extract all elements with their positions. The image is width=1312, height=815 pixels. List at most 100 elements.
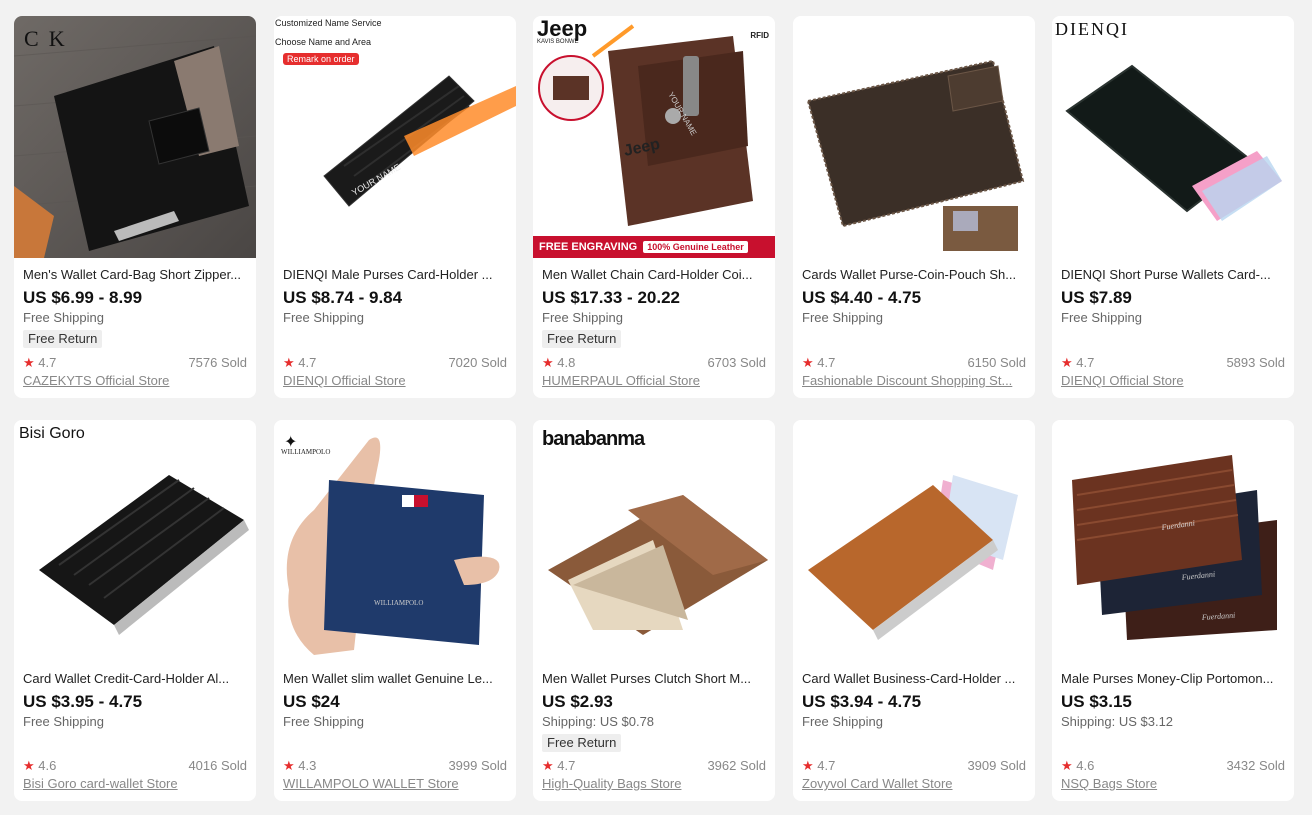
shipping-info: Free Shipping xyxy=(802,714,883,729)
product-title[interactable]: Men's Wallet Card-Bag Short Zipper... xyxy=(23,266,247,283)
brand-logo: DIENQI xyxy=(1055,19,1129,39)
rating-row: ★ 4.8 6703 Sold xyxy=(542,355,766,371)
sold-count: 7020 Sold xyxy=(448,355,507,370)
product-image[interactable]: YOUR NAME Customized Name Service Choose… xyxy=(274,16,516,258)
product-info: Men Wallet Chain Card-Holder Coi... US $… xyxy=(542,266,766,348)
product-image[interactable]: Jeep YOUR NAME Jeep KAVIS BONWE RFID FRE… xyxy=(533,16,775,258)
shipping-info: Shipping: US $3.12 xyxy=(1061,714,1174,729)
star-icon: ★ xyxy=(1061,355,1073,370)
product-card[interactable]: WILLIAMPOLO ✦ WILLIAMPOLO Men Wallet sli… xyxy=(274,420,516,801)
product-title[interactable]: Men Wallet slim wallet Genuine Le... xyxy=(283,670,507,687)
product-image[interactable]: C K xyxy=(14,16,256,258)
product-info: Men Wallet slim wallet Genuine Le... US … xyxy=(283,670,507,731)
rating-row: ★ 4.7 3909 Sold xyxy=(802,758,1026,774)
rating-value: 4.8 xyxy=(557,355,576,370)
rfid-label: RFID xyxy=(750,31,769,40)
shipping-info: Free Shipping xyxy=(542,310,623,325)
product-title[interactable]: Card Wallet Business-Card-Holder ... xyxy=(802,670,1026,687)
product-title[interactable]: Cards Wallet Purse-Coin-Pouch Sh... xyxy=(802,266,1026,283)
rating-value: 4.7 xyxy=(298,355,317,370)
star-icon: ★ xyxy=(542,758,554,773)
engraving-banner: FREE ENGRAVING 100% Genuine Leather xyxy=(533,236,775,258)
product-image[interactable] xyxy=(793,420,1035,662)
rating-value: 4.7 xyxy=(817,758,836,773)
sold-count: 3999 Sold xyxy=(448,758,507,773)
store-link[interactable]: Bisi Goro card-wallet Store xyxy=(23,776,247,792)
rating-value: 4.3 xyxy=(298,758,317,773)
store-link[interactable]: Zovyvol Card Wallet Store xyxy=(802,776,1026,792)
store-link[interactable]: DIENQI Official Store xyxy=(1061,373,1285,389)
product-info: Men's Wallet Card-Bag Short Zipper... US… xyxy=(23,266,247,348)
product-title[interactable]: Men Wallet Chain Card-Holder Coi... xyxy=(542,266,766,283)
product-price[interactable]: US $8.74 - 9.84 xyxy=(283,288,507,308)
star-icon: ★ xyxy=(802,758,814,773)
product-card[interactable]: YOUR NAME Customized Name Service Choose… xyxy=(274,16,516,398)
remark-badge: Remark on order xyxy=(283,53,359,65)
product-card[interactable]: Fuerdanni Fuerdanni Fuerdanni Male Purse… xyxy=(1052,420,1294,801)
brand-logo: C K xyxy=(24,26,65,51)
rating-row: ★ 4.7 7020 Sold xyxy=(283,355,507,371)
rating-row: ★ 4.7 3962 Sold xyxy=(542,758,766,774)
rating-row: ★ 4.6 4016 Sold xyxy=(23,758,247,774)
store-link[interactable]: HUMERPAUL Official Store xyxy=(542,373,766,389)
sold-count: 6703 Sold xyxy=(707,355,766,370)
product-title[interactable]: Men Wallet Purses Clutch Short M... xyxy=(542,670,766,687)
product-price[interactable]: US $24 xyxy=(283,692,507,712)
product-info: DIENQI Short Purse Wallets Card-... US $… xyxy=(1061,266,1285,327)
product-card[interactable]: DIENQI DIENQI Short Purse Wallets Card-.… xyxy=(1052,16,1294,398)
product-price[interactable]: US $2.93 xyxy=(542,692,766,712)
sold-count: 3432 Sold xyxy=(1226,758,1285,773)
store-link[interactable]: Fashionable Discount Shopping St... xyxy=(802,373,1026,389)
brand-sub: KAVIS BONWE xyxy=(537,39,579,45)
sold-count: 3962 Sold xyxy=(707,758,766,773)
product-price[interactable]: US $4.40 - 4.75 xyxy=(802,288,1026,308)
product-title[interactable]: DIENQI Male Purses Card-Holder ... xyxy=(283,266,507,283)
product-price[interactable]: US $3.95 - 4.75 xyxy=(23,692,247,712)
product-price[interactable]: US $3.15 xyxy=(1061,692,1285,712)
product-price[interactable]: US $7.89 xyxy=(1061,288,1285,308)
rating-row: ★ 4.6 3432 Sold xyxy=(1061,758,1285,774)
rating-value: 4.7 xyxy=(1076,355,1095,370)
shipping-info: Free Shipping xyxy=(802,310,883,325)
product-card[interactable]: Bisi Goro Card Wallet Credit-Card-Holder… xyxy=(14,420,256,801)
shipping-info: Free Shipping xyxy=(23,714,104,729)
product-card[interactable]: Jeep YOUR NAME Jeep KAVIS BONWE RFID FRE… xyxy=(533,16,775,398)
star-icon: ★ xyxy=(1061,758,1073,773)
star-icon: ★ xyxy=(23,355,35,370)
shipping-info: Free Shipping xyxy=(283,310,364,325)
service-caption: Choose Name and Area xyxy=(275,37,372,47)
product-price[interactable]: US $6.99 - 8.99 xyxy=(23,288,247,308)
sold-count: 4016 Sold xyxy=(188,758,247,773)
product-image[interactable]: Fuerdanni Fuerdanni Fuerdanni xyxy=(1052,420,1294,662)
product-card[interactable]: Card Wallet Business-Card-Holder ... US … xyxy=(793,420,1035,801)
product-image[interactable]: banabanma xyxy=(533,420,775,662)
shipping-info: Free Shipping xyxy=(1061,310,1142,325)
store-link[interactable]: High-Quality Bags Store xyxy=(542,776,766,792)
store-link[interactable]: WILLAMPOLO WALLET Store xyxy=(283,776,507,792)
store-link[interactable]: NSQ Bags Store xyxy=(1061,776,1285,792)
store-link[interactable]: DIENQI Official Store xyxy=(283,373,507,389)
product-card[interactable]: banabanma Men Wallet Purses Clutch Short… xyxy=(533,420,775,801)
star-icon: ★ xyxy=(23,758,35,773)
sold-count: 6150 Sold xyxy=(967,355,1026,370)
store-link[interactable]: CAZEKYTS Official Store xyxy=(23,373,247,389)
brand-logo: Bisi Goro xyxy=(19,425,85,442)
product-price[interactable]: US $3.94 - 4.75 xyxy=(802,692,1026,712)
product-info: Male Purses Money-Clip Portomon... US $3… xyxy=(1061,670,1285,731)
rating-value: 4.7 xyxy=(557,758,576,773)
brand-logo: banabanma xyxy=(542,428,645,450)
sold-count: 7576 Sold xyxy=(188,355,247,370)
product-image[interactable] xyxy=(793,16,1035,258)
product-image[interactable]: Bisi Goro xyxy=(14,420,256,662)
product-price[interactable]: US $17.33 - 20.22 xyxy=(542,288,766,308)
product-card[interactable]: C K Men's Wallet Card-Bag Short Zipper..… xyxy=(14,16,256,398)
star-icon: ★ xyxy=(542,355,554,370)
product-image[interactable]: WILLIAMPOLO ✦ WILLIAMPOLO xyxy=(274,420,516,662)
product-image[interactable]: DIENQI xyxy=(1052,16,1294,258)
rating-row: ★ 4.3 3999 Sold xyxy=(283,758,507,774)
product-title[interactable]: Card Wallet Credit-Card-Holder Al... xyxy=(23,670,247,687)
product-card[interactable]: Cards Wallet Purse-Coin-Pouch Sh... US $… xyxy=(793,16,1035,398)
product-title[interactable]: DIENQI Short Purse Wallets Card-... xyxy=(1061,266,1285,283)
product-title[interactable]: Male Purses Money-Clip Portomon... xyxy=(1061,670,1285,687)
rating-row: ★ 4.7 6150 Sold xyxy=(802,355,1026,371)
